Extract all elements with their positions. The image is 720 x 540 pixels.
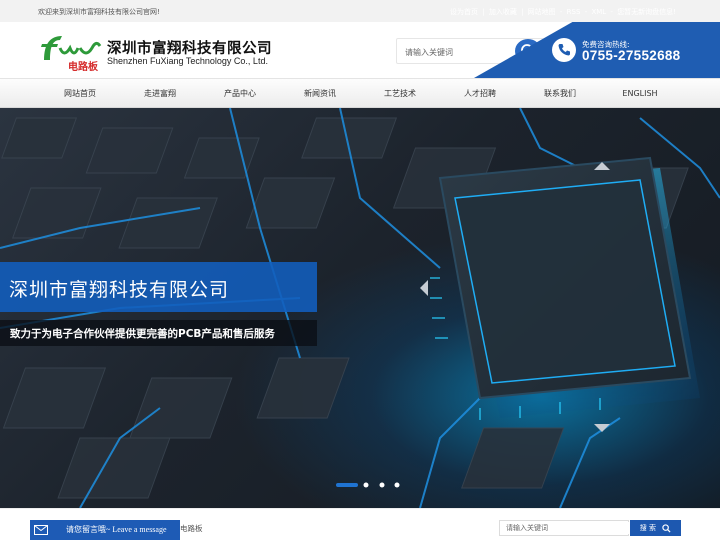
inquiry-status-link[interactable]: 您暂无新询盘信息!	[617, 8, 676, 16]
main-nav: 网站首页 走进富翔 产品中心 新闻资讯 工艺技术 人才招聘 联系我们 ENGLI…	[0, 78, 720, 108]
banner-subtitle: 致力于为电子合作伙伴提供更完善的PCB产品和售后服务	[0, 320, 317, 346]
search-icon	[662, 523, 671, 533]
nav-item-news[interactable]: 新闻资讯	[280, 79, 360, 108]
bottom-search-box	[499, 520, 630, 536]
sitemap-link[interactable]: 网站地图	[528, 8, 556, 16]
envelope-icon	[34, 525, 48, 535]
hero-banner[interactable]: 深圳市富翔科技有限公司 致力于为电子合作伙伴提供更完善的PCB产品和售后服务	[0, 108, 720, 508]
slide-dot-active[interactable]	[336, 483, 358, 487]
set-homepage-link[interactable]: 设为首页	[450, 8, 478, 16]
add-favorite-link[interactable]: 加入收藏	[489, 8, 517, 16]
phone-icon	[552, 38, 576, 62]
leave-message-text: 请您留言哦~ Leave a message	[66, 525, 167, 534]
company-name-en: Shenzhen FuXiang Technology Co., Ltd.	[107, 56, 268, 66]
bottom-search-button[interactable]: 搜 索	[630, 520, 681, 536]
nav-item-english[interactable]: ENGLISH	[600, 79, 680, 108]
slide-dot[interactable]	[379, 482, 385, 488]
nav-item-jobs[interactable]: 人才招聘	[440, 79, 520, 108]
welcome-text: 欢迎来到深圳市富翔科技有限公司官网!	[38, 8, 160, 16]
slide-dot[interactable]	[394, 482, 400, 488]
bottom-search-label: 搜 索	[639, 524, 656, 532]
rss-link[interactable]: RSS	[567, 8, 581, 16]
nav-item-about[interactable]: 走进富翔	[120, 79, 200, 108]
top-bar: 欢迎来到深圳市富翔科技有限公司官网! 设为首页 | 加入收藏 | 网站地图 - …	[0, 0, 720, 22]
nav-item-products[interactable]: 产品中心	[200, 79, 280, 108]
leave-message-bar[interactable]: 请您留言哦~ Leave a message	[30, 520, 180, 540]
logo-mark-icon: 电路板	[41, 36, 102, 73]
slide-dot[interactable]	[363, 482, 369, 488]
banner-title: 深圳市富翔科技有限公司	[0, 262, 317, 312]
nav-item-tech[interactable]: 工艺技术	[360, 79, 440, 108]
xml-link[interactable]: XML	[591, 8, 606, 16]
nav-item-home[interactable]: 网站首页	[40, 79, 120, 108]
search-input[interactable]	[405, 45, 513, 59]
hot-keyword-link[interactable]: 电路板	[180, 523, 203, 534]
hotline-number[interactable]: 0755-27552688	[582, 48, 681, 63]
logo-text: 电路板	[68, 60, 99, 72]
top-links: 设为首页 | 加入收藏 | 网站地图 - RSS - XML - 您暂无新询盘信…	[450, 8, 676, 16]
slide-indicators	[336, 482, 400, 488]
bottom-search-input[interactable]	[506, 522, 630, 534]
company-logo[interactable]: 电路板	[38, 30, 102, 73]
company-name-cn: 深圳市富翔科技有限公司	[107, 41, 272, 57]
nav-item-contact[interactable]: 联系我们	[520, 79, 600, 108]
site-header: 电路板 深圳市富翔科技有限公司 Shenzhen FuXiang Technol…	[0, 22, 720, 78]
